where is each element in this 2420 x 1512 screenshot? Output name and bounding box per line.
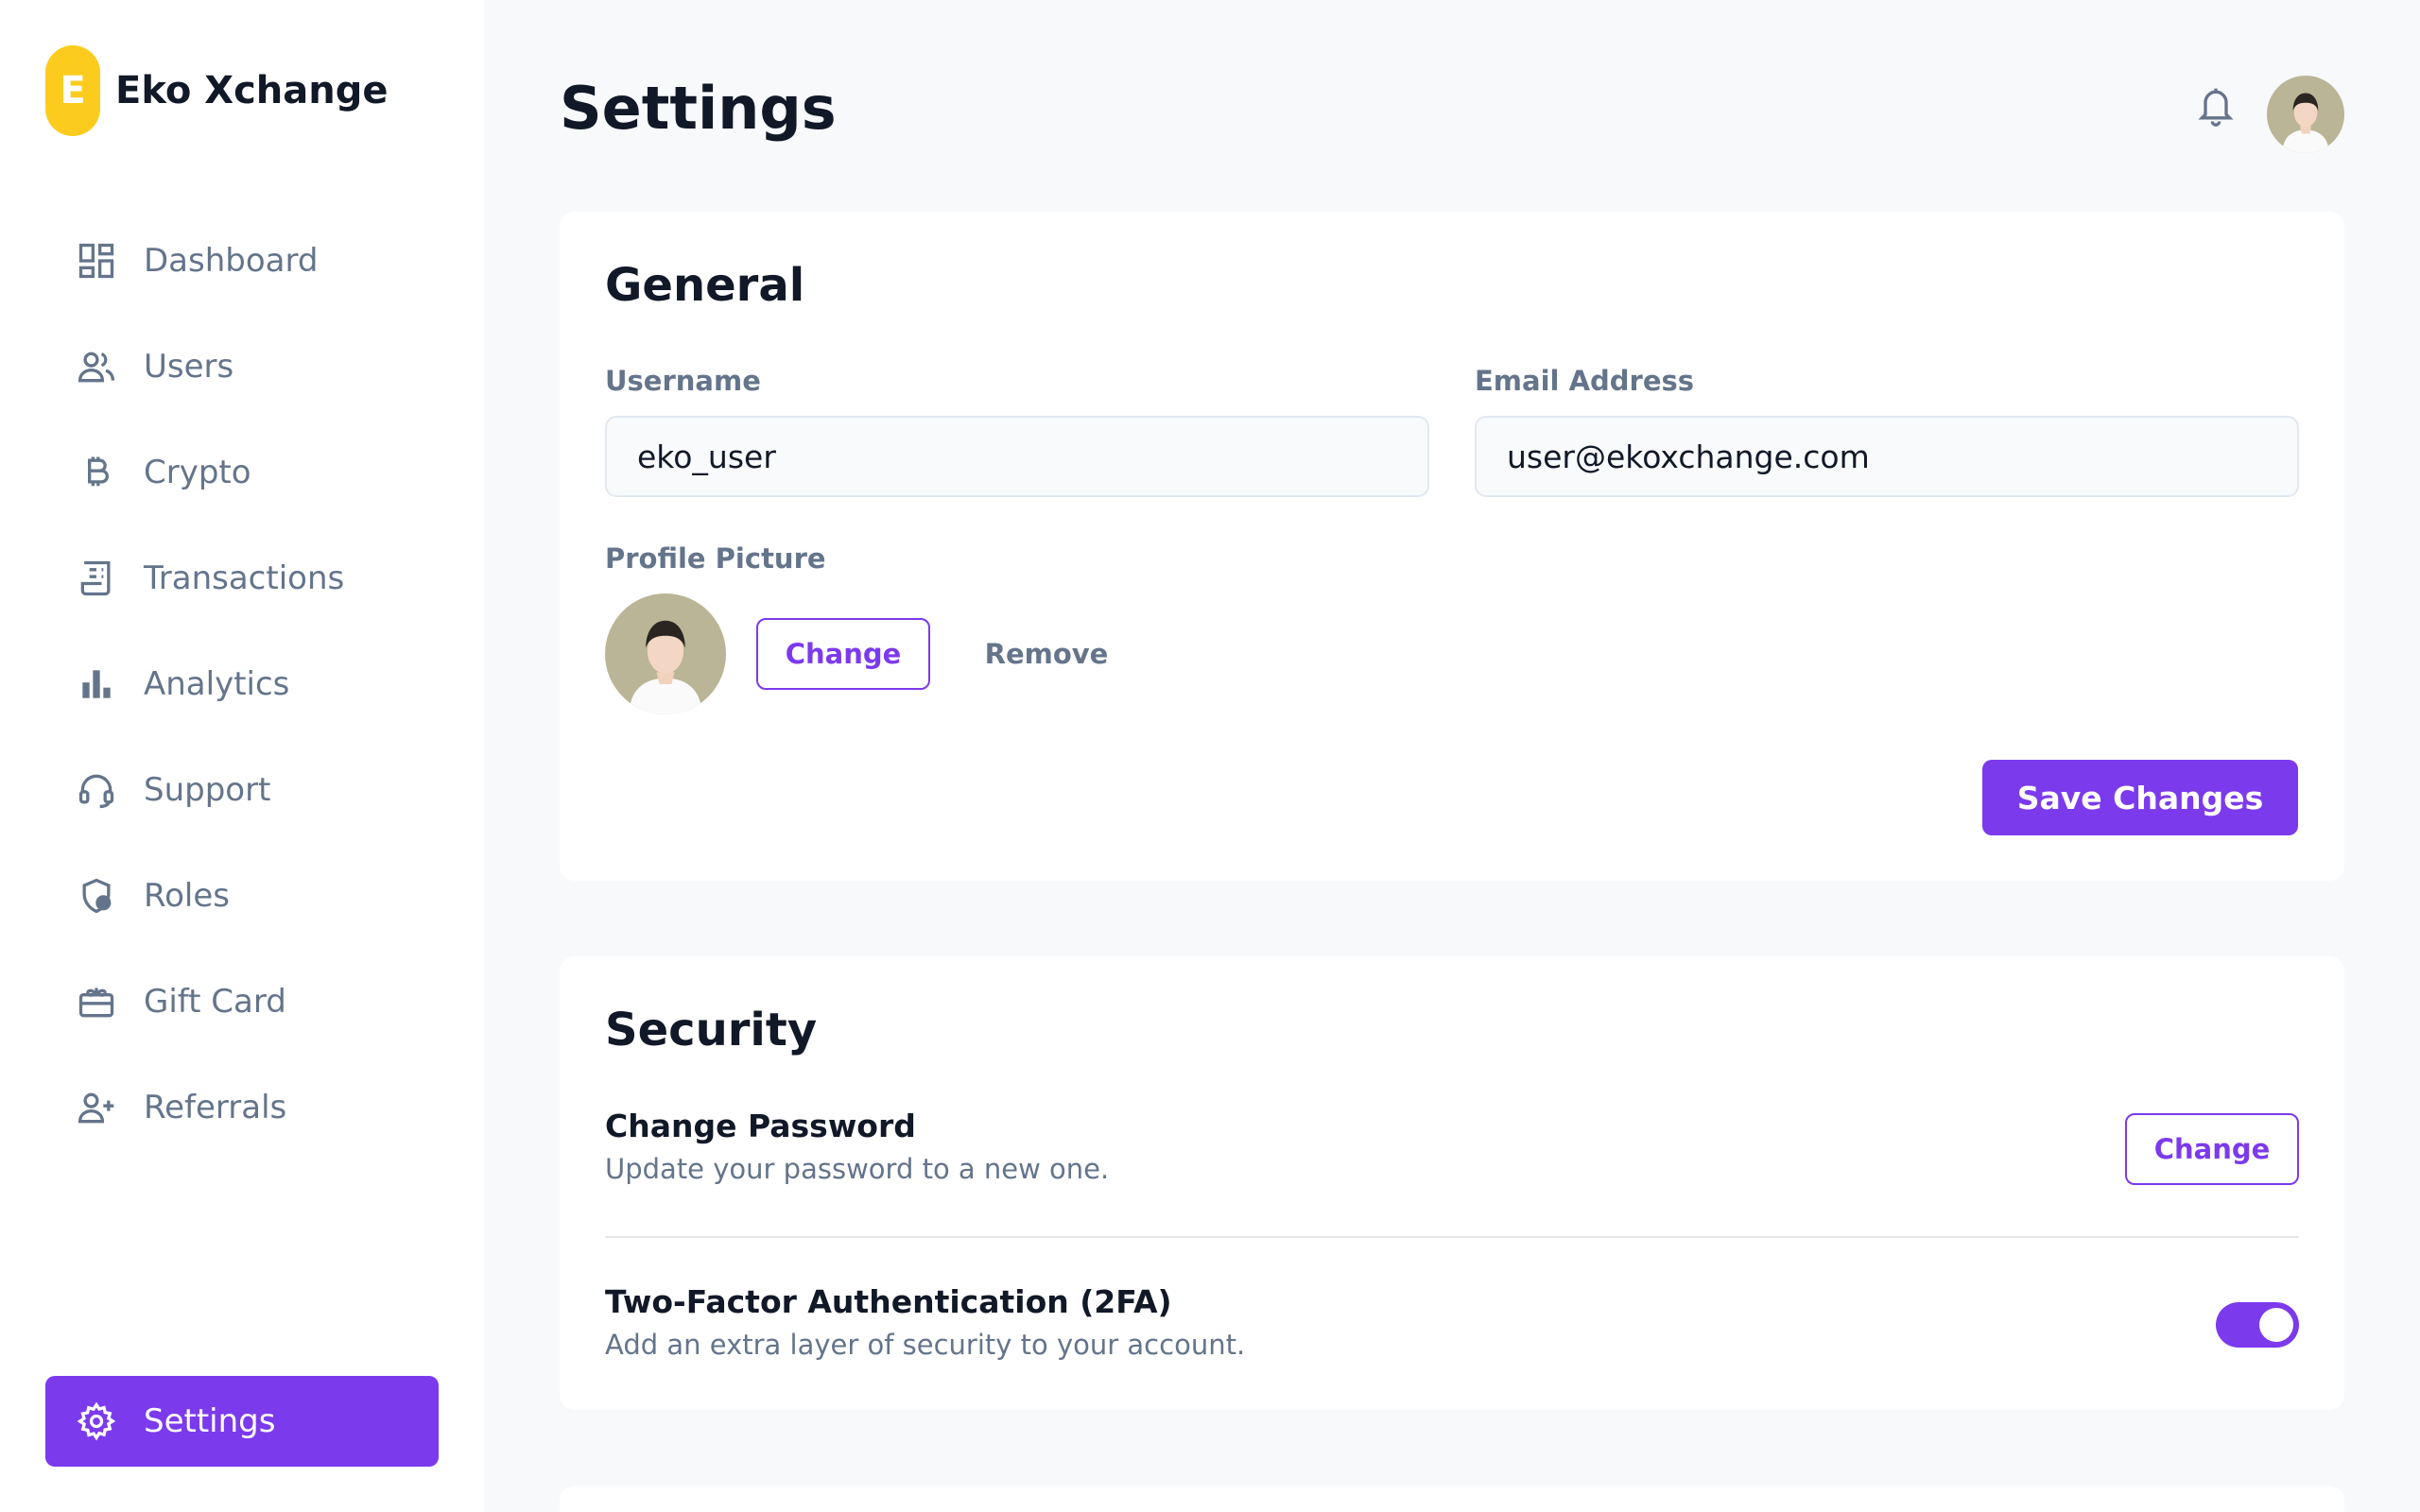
sidebar-item-label: Users xyxy=(144,348,234,386)
sidebar-item-label: Transactions xyxy=(144,559,345,597)
change-password-description: Update your password to a new one. xyxy=(605,1153,1110,1185)
change-picture-button[interactable]: Change xyxy=(756,618,930,690)
avatar-image xyxy=(605,593,726,714)
sidebar-item-label: Dashboard xyxy=(144,242,319,280)
sidebar-item-label: Settings xyxy=(144,1402,276,1440)
brand-name: Eko Xchange xyxy=(115,69,389,112)
sidebar-item-label: Referrals xyxy=(144,1089,287,1126)
sidebar: E Eko Xchange Dashboard Users Crypto Tra… xyxy=(0,0,484,1512)
save-changes-button[interactable]: Save Changes xyxy=(1982,760,2298,835)
sidebar-item-gift-card[interactable]: Gift Card xyxy=(45,956,439,1047)
two-factor-toggle[interactable] xyxy=(2216,1302,2299,1348)
sidebar-item-transactions[interactable]: Transactions xyxy=(45,533,439,624)
remove-picture-button[interactable]: Remove xyxy=(976,627,1117,680)
sidebar-item-users[interactable]: Users xyxy=(45,321,439,412)
sidebar-nav: Dashboard Users Crypto Transactions Anal… xyxy=(45,215,439,1168)
email-label: Email Address xyxy=(1475,365,1695,397)
sidebar-item-analytics[interactable]: Analytics xyxy=(45,639,439,730)
two-factor-title: Two-Factor Authentication (2FA) xyxy=(605,1283,1172,1320)
sidebar-item-label: Support xyxy=(144,771,271,809)
sidebar-item-crypto[interactable]: Crypto xyxy=(45,427,439,518)
toggle-knob xyxy=(2259,1308,2293,1342)
gear-icon xyxy=(77,1401,116,1441)
bell-icon[interactable] xyxy=(2195,83,2237,129)
logo-icon: E xyxy=(45,45,100,136)
dashboard-icon xyxy=(78,243,114,279)
general-title: General xyxy=(605,259,805,312)
sidebar-item-dashboard[interactable]: Dashboard xyxy=(45,215,439,306)
general-card: General Username Email Address Profile P… xyxy=(560,212,2344,881)
next-card xyxy=(560,1486,2344,1512)
profile-picture-label: Profile Picture xyxy=(605,542,826,575)
security-card: Security Change Password Update your pas… xyxy=(560,956,2344,1410)
gift-card-icon xyxy=(78,988,114,1018)
user-plus-icon xyxy=(78,1092,114,1124)
headset-icon xyxy=(78,774,114,809)
user-avatar[interactable] xyxy=(2267,76,2344,153)
change-password-button[interactable]: Change xyxy=(2125,1113,2299,1185)
sidebar-item-label: Analytics xyxy=(144,665,290,703)
users-icon xyxy=(78,352,115,383)
security-title: Security xyxy=(605,1004,818,1057)
username-input[interactable] xyxy=(605,416,1429,497)
sidebar-item-label: Crypto xyxy=(144,454,251,491)
change-password-title: Change Password xyxy=(605,1108,916,1144)
shield-user-icon xyxy=(82,878,112,914)
bitcoin-icon xyxy=(88,456,109,487)
sidebar-item-support[interactable]: Support xyxy=(45,745,439,835)
sidebar-item-label: Roles xyxy=(144,877,230,915)
receipt-icon xyxy=(80,560,111,596)
brand[interactable]: E Eko Xchange xyxy=(45,45,389,136)
email-input[interactable] xyxy=(1475,416,2299,497)
avatar-image xyxy=(2267,76,2344,153)
sidebar-item-label: Gift Card xyxy=(144,983,286,1021)
two-factor-description: Add an extra layer of security to your a… xyxy=(605,1329,1246,1361)
divider xyxy=(605,1236,2299,1238)
bar-chart-icon xyxy=(82,670,111,698)
page-title: Settings xyxy=(560,74,837,143)
username-label: Username xyxy=(605,365,761,397)
sidebar-item-roles[interactable]: Roles xyxy=(45,850,439,941)
sidebar-item-referrals[interactable]: Referrals xyxy=(45,1062,439,1153)
sidebar-item-settings[interactable]: Settings xyxy=(45,1376,439,1467)
profile-avatar xyxy=(605,593,726,714)
